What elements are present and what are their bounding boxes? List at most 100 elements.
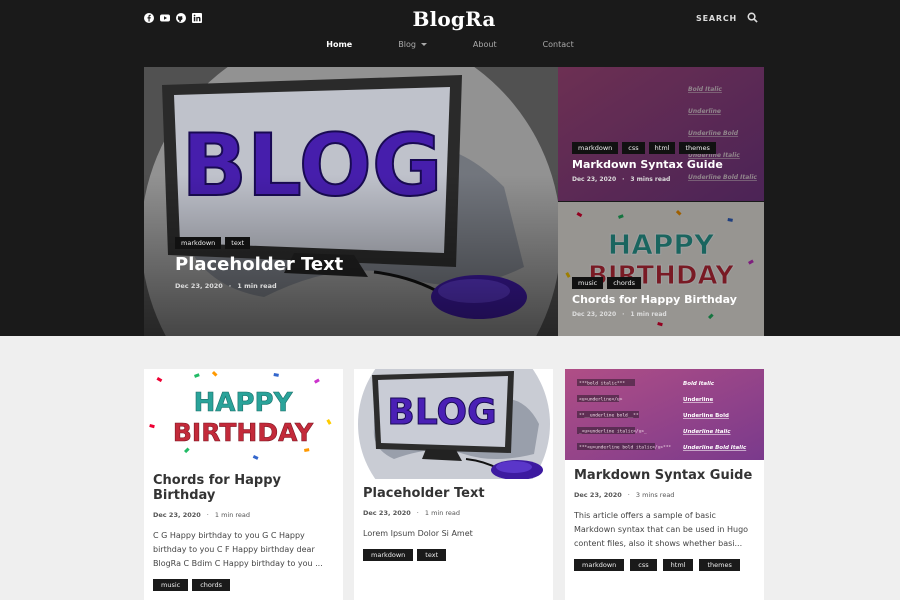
nav-about[interactable]: About	[450, 40, 520, 49]
tag[interactable]: themes	[699, 559, 740, 571]
post-date: Dec 23, 2020	[175, 282, 223, 290]
image-overlay	[144, 67, 558, 336]
tag[interactable]: themes	[679, 142, 716, 154]
post-title[interactable]: Placeholder Text	[175, 254, 558, 275]
read-time: 1 min read	[214, 511, 251, 519]
tag-list: markdown css html themes	[574, 559, 755, 571]
search-icon	[747, 12, 758, 25]
post-title[interactable]: Chords for Happy Birthday	[153, 473, 334, 503]
tag-list: markdown text	[363, 549, 544, 561]
tag[interactable]: markdown	[572, 142, 619, 154]
read-time: 1 min read	[237, 282, 277, 290]
post-date: Dec 23, 2020	[572, 176, 617, 183]
featured-posts: BLOG markdown text Placeholder Text Dec …	[144, 67, 764, 336]
post-body: Chords for Happy Birthday Dec 23, 2020 · 1…	[144, 464, 343, 591]
tag[interactable]: text	[225, 237, 251, 249]
github-icon[interactable]	[176, 13, 186, 23]
post-card[interactable]: HAPPY BIRTHDAY Chords for Happy Birthday…	[144, 369, 343, 600]
post-excerpt: This article offers a sample of basic Ma…	[574, 511, 749, 548]
post-excerpt: Lorem Ipsum Dolor Si Amet	[363, 529, 473, 538]
read-time: 1 min read	[424, 509, 461, 517]
post-card[interactable]: BLOG Placeholder Text Dec 23, 2020 · 1 min…	[354, 369, 553, 600]
post-date: Dec 23, 2020	[363, 509, 411, 517]
read-time: 1 min read	[630, 311, 667, 318]
search-button[interactable]: SEARCH	[696, 12, 758, 25]
tag[interactable]: music	[572, 277, 604, 289]
post-excerpt: C G Happy birthday to you G C Happy birt…	[153, 531, 323, 568]
nav-blog[interactable]: Blog	[375, 40, 450, 49]
topbar: BlogRa SEARCH	[144, 0, 764, 40]
post-title[interactable]: Placeholder Text	[363, 486, 544, 501]
featured-post-meta: markdown text Placeholder Text Dec 23, 2…	[175, 237, 558, 290]
featured-post-meta: markdown css html themes Markdown Syntax…	[572, 142, 764, 183]
nav-blog-label: Blog	[398, 40, 416, 49]
post-info: Dec 23, 2020 · 3 mins read	[574, 491, 675, 499]
read-time: 3 mins read	[635, 491, 675, 499]
svg-text:Underline Bold Italic: Underline Bold Italic	[683, 445, 747, 451]
tag[interactable]: music	[153, 579, 189, 591]
tag[interactable]: markdown	[574, 559, 625, 571]
post-info: Dec 23, 2020 · 1 min read	[363, 509, 461, 517]
featured-post-markdown-syntax[interactable]: Bold Italic Underline Underline Bold Und…	[558, 67, 764, 201]
post-body: Placeholder Text Dec 23, 2020 · 1 min read…	[354, 479, 553, 561]
post-info: Dec 23, 2020 · 1 min read	[175, 282, 277, 290]
post-date: Dec 23, 2020	[153, 511, 201, 519]
post-date: Dec 23, 2020	[574, 491, 622, 499]
post-title[interactable]: Chords for Happy Birthday	[572, 293, 764, 306]
main-nav: Home Blog About Contact	[0, 40, 900, 49]
svg-text:**__underline bold__**: **__underline bold__**	[579, 413, 639, 419]
post-card[interactable]: ***bold italic*** <u>underline</u> **__u…	[565, 369, 764, 600]
tag-list: markdown css html themes	[572, 142, 764, 154]
post-title[interactable]: Markdown Syntax Guide	[572, 158, 764, 171]
post-body: Markdown Syntax Guide Dec 23, 2020 · 3 min…	[565, 460, 764, 571]
tag-list: markdown text	[175, 237, 558, 249]
svg-text:Underline: Underline	[683, 397, 713, 403]
svg-text:Bold Italic: Bold Italic	[683, 381, 715, 387]
tag[interactable]: html	[648, 142, 676, 154]
youtube-icon[interactable]	[160, 13, 170, 23]
tag[interactable]: text	[417, 549, 447, 561]
linkedin-icon[interactable]	[192, 13, 202, 23]
tag[interactable]: chords	[607, 277, 641, 289]
post-thumbnail[interactable]: BLOG	[354, 369, 553, 479]
post-info: Dec 23, 2020 · 3 mins read	[572, 176, 671, 183]
read-time: 3 mins read	[630, 176, 671, 183]
markdown-image: ***bold italic*** <u>underline</u> **__u…	[565, 369, 764, 460]
svg-text:BIRTHDAY: BIRTHDAY	[173, 418, 314, 447]
tag-list: music chords	[572, 277, 764, 289]
tag[interactable]: markdown	[363, 549, 414, 561]
svg-text:HAPPY: HAPPY	[194, 388, 294, 418]
post-thumbnail[interactable]: ***bold italic*** <u>underline</u> **__u…	[565, 369, 764, 460]
svg-text:_<u>underline italic</u>_: _<u>underline italic</u>_	[579, 429, 647, 435]
site-logo[interactable]: BlogRa	[412, 7, 495, 31]
tag[interactable]: html	[662, 559, 694, 571]
tag[interactable]: markdown	[175, 237, 222, 249]
tag[interactable]: css	[622, 142, 645, 154]
nav-contact[interactable]: Contact	[520, 40, 597, 49]
post-date: Dec 23, 2020	[572, 311, 617, 318]
tag[interactable]: chords	[192, 579, 230, 591]
post-info: Dec 23, 2020 · 1 min read	[572, 311, 667, 318]
svg-text:Underline Bold: Underline Bold	[683, 413, 729, 419]
svg-text:***bold italic***: ***bold italic***	[579, 381, 625, 387]
post-info: Dec 23, 2020 · 1 min read	[153, 511, 251, 519]
hero-band: BlogRa SEARCH Home Blog About Contact BL…	[0, 0, 900, 336]
svg-text:<u>underline</u>: <u>underline</u>	[579, 397, 623, 403]
blog-image-word: BLOG	[387, 392, 496, 433]
tag-list: music chords	[153, 579, 334, 591]
chevron-down-icon	[420, 43, 427, 46]
svg-text:***<u>underline bold italic</u: ***<u>underline bold italic</u>***	[579, 445, 671, 451]
facebook-icon[interactable]	[144, 13, 154, 23]
blog-computer-image: BLOG	[354, 369, 553, 479]
featured-post-meta: music chords Chords for Happy Birthday D…	[572, 277, 764, 318]
post-thumbnail[interactable]: HAPPY BIRTHDAY	[144, 369, 343, 464]
post-grid: HAPPY BIRTHDAY Chords for Happy Birthday…	[144, 369, 764, 600]
search-label: SEARCH	[696, 14, 737, 23]
happy-birthday-image: HAPPY BIRTHDAY	[144, 369, 343, 464]
featured-post-chords-happy-birthday[interactable]: HAPPY BIRTHDAY music chords Chords for H…	[558, 202, 764, 336]
tag[interactable]: css	[630, 559, 657, 571]
nav-home[interactable]: Home	[303, 40, 375, 49]
svg-text:Underline Italic: Underline Italic	[683, 429, 731, 435]
featured-post-placeholder-text[interactable]: BLOG markdown text Placeholder Text Dec …	[144, 67, 558, 336]
post-title[interactable]: Markdown Syntax Guide	[574, 468, 755, 483]
